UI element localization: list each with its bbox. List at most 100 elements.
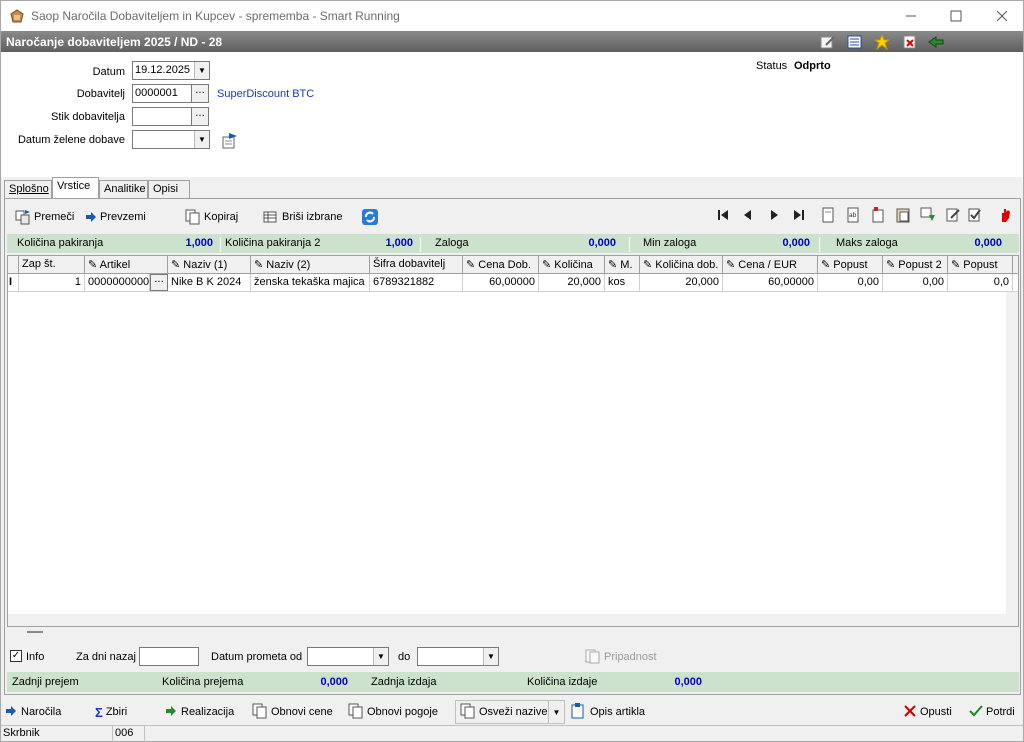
- dobavitelj-value: 0000001: [135, 87, 178, 99]
- exit-icon[interactable]: [927, 33, 945, 50]
- column-header[interactable]: ✎ M.: [605, 256, 640, 274]
- copy-icon: [252, 703, 268, 722]
- tab-analitike[interactable]: Analitike: [99, 180, 148, 198]
- column-header[interactable]: Šifra dobavitelj: [370, 256, 463, 274]
- chevron-down-icon[interactable]: ▼: [373, 648, 388, 665]
- document-insert-icon[interactable]: [870, 207, 886, 223]
- kol-dob-cell[interactable]: 20,000: [640, 274, 723, 291]
- maximize-button[interactable]: [933, 1, 979, 31]
- tab-opisi[interactable]: Opisi: [148, 180, 190, 198]
- column-header[interactable]: ✎ Cena / EUR: [723, 256, 818, 274]
- delete-document-icon[interactable]: [901, 33, 919, 50]
- column-header[interactable]: Zap št.: [19, 256, 85, 274]
- column-header[interactable]: ✎ Naziv (1): [168, 256, 251, 274]
- document-ab-icon[interactable]: ab: [845, 207, 861, 223]
- cena-eur-cell[interactable]: 60,00000: [723, 274, 818, 291]
- edit-icon[interactable]: [945, 207, 961, 223]
- obnovi-pogoje-button[interactable]: Obnovi pogoje: [348, 702, 438, 722]
- new-document-icon[interactable]: [820, 207, 836, 223]
- sigma-icon: Σ: [95, 704, 103, 720]
- list-icon[interactable]: [846, 33, 864, 50]
- potrdi-button[interactable]: Potrdi: [969, 702, 1015, 722]
- datum-do-field[interactable]: ▼: [417, 647, 499, 666]
- zbiri-button[interactable]: Σ Zbiri: [95, 702, 127, 722]
- close-button[interactable]: [979, 1, 1024, 31]
- zelena-date-field[interactable]: ▼: [132, 130, 210, 149]
- vertical-scrollbar[interactable]: [1006, 292, 1018, 626]
- dobavitelj-field[interactable]: 0000001: [132, 84, 192, 103]
- footer-toolbar: Naročila Σ Zbiri Realizacija Obnovi cene…: [1, 699, 1023, 725]
- brisi-button[interactable]: Briši izbrane: [263, 206, 343, 228]
- status-user: Skrbnik: [1, 726, 113, 742]
- column-header-label: Zap št.: [22, 258, 56, 270]
- opis-artikla-button[interactable]: Opis artikla: [571, 702, 645, 722]
- chevron-down-icon[interactable]: ▼: [194, 62, 209, 79]
- obnovi-cene-button[interactable]: Obnovi cene: [252, 702, 333, 722]
- column-header[interactable]: ✎ Popust: [948, 256, 1013, 274]
- za-dni-input[interactable]: [139, 647, 199, 666]
- datum-od-field[interactable]: ▼: [307, 647, 389, 666]
- artikel-lookup-button[interactable]: ···: [150, 274, 168, 291]
- column-header[interactable]: ✎ Količina dob.: [640, 256, 723, 274]
- column-header[interactable]: ✎ Naziv (2): [251, 256, 370, 274]
- row-indicator: I: [8, 274, 19, 291]
- first-record-icon[interactable]: [715, 207, 731, 223]
- previous-record-icon[interactable]: [740, 207, 756, 223]
- refresh-button[interactable]: [361, 206, 382, 228]
- stop-hand-icon[interactable]: [997, 207, 1013, 223]
- column-header[interactable]: ✎ Popust: [818, 256, 883, 274]
- edit-check-icon[interactable]: [967, 207, 983, 223]
- chevron-down-icon[interactable]: ▼: [548, 701, 564, 723]
- import-icon[interactable]: [920, 207, 936, 223]
- pencil-icon: ✎: [643, 259, 656, 271]
- tab-vrstice[interactable]: Vrstice: [52, 177, 99, 198]
- sifra-cell[interactable]: 6789321882: [370, 274, 463, 291]
- osvezi-nazive-button[interactable]: Osveži nazive ▼: [455, 700, 565, 724]
- popust3-cell[interactable]: 0,0: [948, 274, 1013, 291]
- opusti-button[interactable]: Opusti: [904, 702, 952, 722]
- pripadnost-icon: [585, 648, 601, 667]
- table-row[interactable]: I 1 000000000001 ··· Nike B K 2024 žensk…: [8, 274, 1018, 292]
- edit-note-icon[interactable]: [819, 33, 837, 50]
- realizacija-button[interactable]: Realizacija: [165, 702, 234, 722]
- popust-cell[interactable]: 0,00: [818, 274, 883, 291]
- unit-cell[interactable]: kos: [605, 274, 640, 291]
- column-header[interactable]: ✎ Količina: [539, 256, 605, 274]
- app-icon: [9, 8, 25, 24]
- paste-icon[interactable]: [895, 207, 911, 223]
- premeci-button[interactable]: Premeči: [15, 206, 74, 228]
- narocila-button[interactable]: Naročila: [5, 702, 61, 722]
- column-header[interactable]: ✎ Popust 2: [883, 256, 948, 274]
- stik-lookup-button[interactable]: ···: [191, 107, 209, 126]
- artikel-cell[interactable]: 000000000001: [85, 274, 150, 291]
- separator: [629, 237, 630, 252]
- dobavitelj-lookup-button[interactable]: ···: [191, 84, 209, 103]
- horizontal-scrollbar[interactable]: [8, 614, 1006, 626]
- cena-dob-cell[interactable]: 60,00000: [463, 274, 539, 291]
- naziv2-cell[interactable]: ženska tekaška majica: [251, 274, 370, 291]
- stik-field[interactable]: [132, 107, 192, 126]
- next-record-icon[interactable]: [766, 207, 782, 223]
- last-record-icon[interactable]: [791, 207, 807, 223]
- chevron-down-icon[interactable]: ▼: [483, 648, 498, 665]
- datum-field[interactable]: 19.12.2025 ▼: [132, 61, 210, 80]
- kopiraj-button[interactable]: Kopiraj: [185, 206, 238, 228]
- zap-cell[interactable]: 1: [19, 274, 85, 291]
- close-icon: [904, 704, 916, 720]
- column-header[interactable]: ✎ Cena Dob.: [463, 256, 539, 274]
- naziv1-cell[interactable]: Nike B K 2024: [168, 274, 251, 291]
- apply-date-icon[interactable]: [221, 132, 239, 152]
- column-header[interactable]: ✎ Artikel: [85, 256, 168, 274]
- chevron-down-icon[interactable]: ▼: [194, 131, 209, 148]
- kolicina-cell[interactable]: 20,000: [539, 274, 605, 291]
- lines-grid[interactable]: Zap št. ✎ Artikel ✎ Naziv (1) ✎ Naziv (2…: [7, 255, 1019, 627]
- pripadnost-button[interactable]: Pripadnost: [604, 651, 657, 663]
- prevzemi-button[interactable]: Prevzemi: [85, 206, 146, 228]
- info-checkbox[interactable]: ✓: [10, 650, 22, 662]
- popust2-cell[interactable]: 0,00: [883, 274, 948, 291]
- minimize-button[interactable]: [888, 1, 934, 31]
- favorite-star-icon[interactable]: [873, 33, 891, 50]
- splitter-handle[interactable]: [27, 631, 43, 633]
- column-header-label: Popust: [833, 259, 868, 271]
- tab-splosno[interactable]: Splošno: [4, 180, 52, 198]
